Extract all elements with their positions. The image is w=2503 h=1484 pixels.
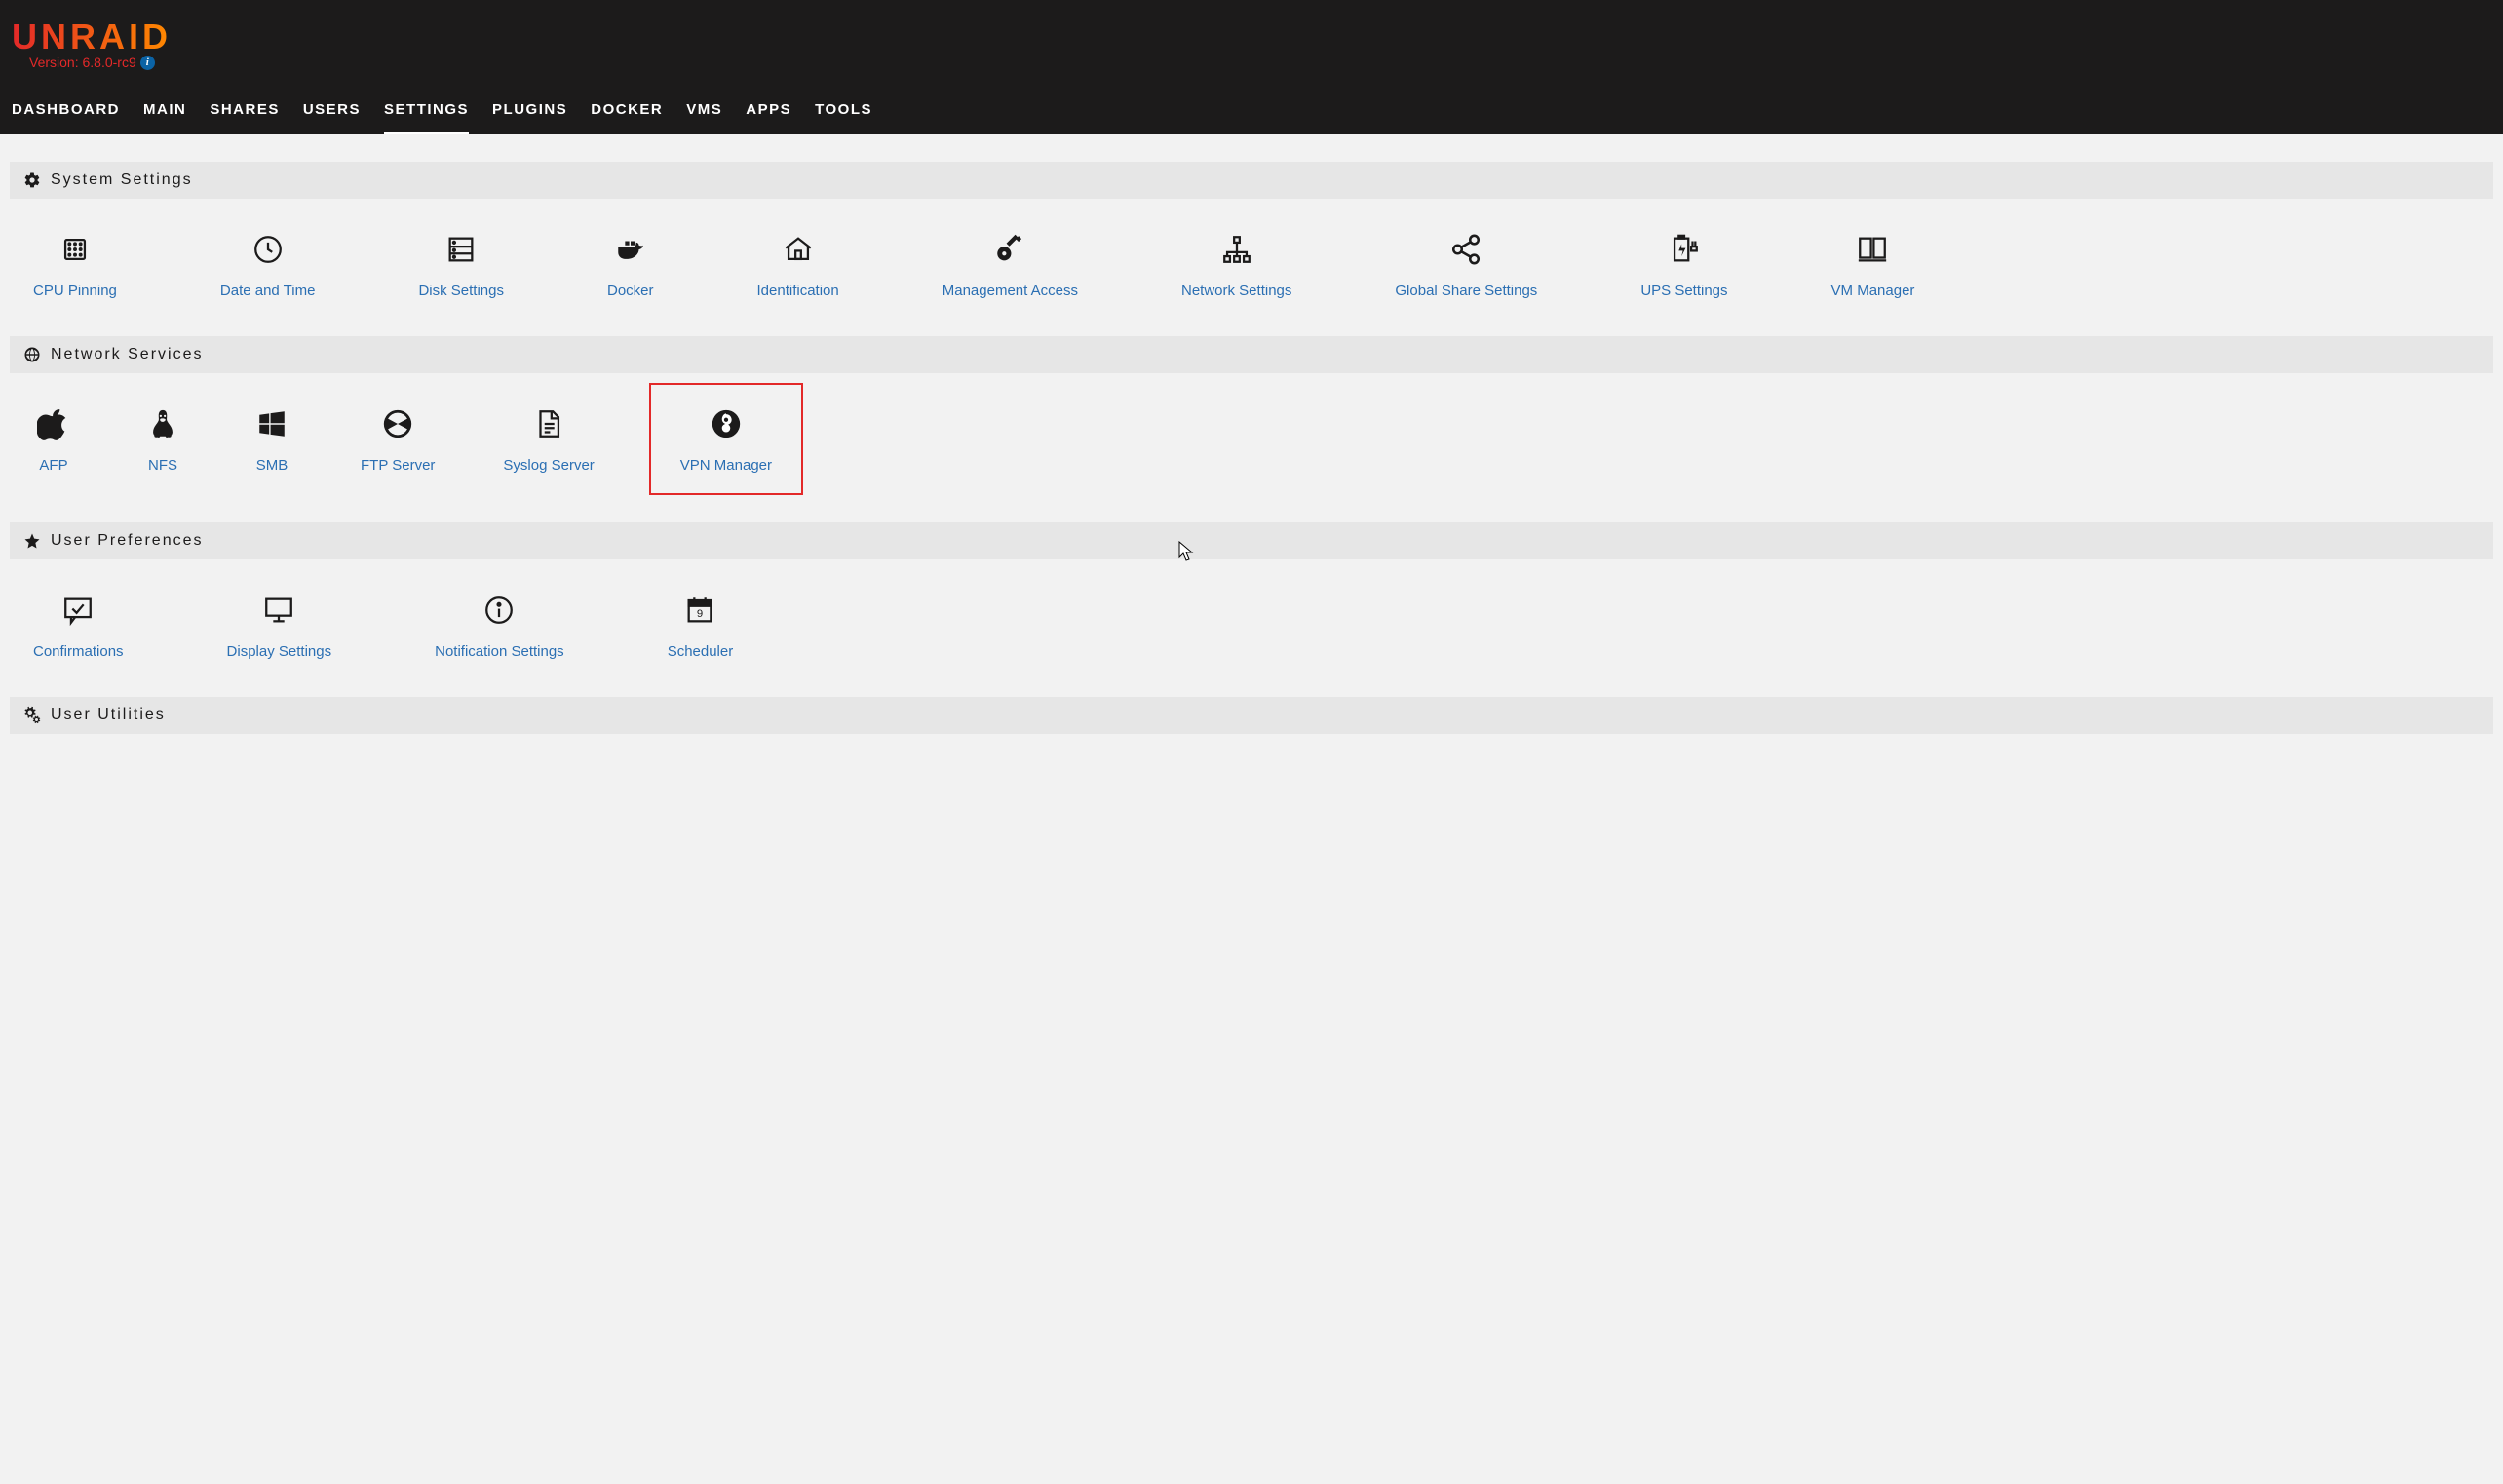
tile-ftp-server[interactable]: FTP Server [347, 395, 448, 495]
tile-identification[interactable]: Identification [744, 220, 853, 309]
vm-icon [1856, 233, 1889, 266]
tile-confirmations[interactable]: Confirmations [19, 581, 137, 669]
disk-icon [444, 233, 478, 266]
tile-scheduler[interactable]: 9 Scheduler [654, 581, 748, 669]
tile-label: Scheduler [668, 643, 734, 660]
calendar-icon: 9 [683, 593, 716, 627]
tile-label: Date and Time [220, 283, 316, 299]
tile-cpu-pinning[interactable]: CPU Pinning [19, 220, 131, 309]
nav-vms[interactable]: VMS [686, 90, 722, 134]
tile-label: CPU Pinning [33, 283, 117, 299]
wireguard-icon [710, 407, 743, 440]
home-icon [782, 233, 815, 266]
tile-label: VPN Manager [680, 457, 772, 474]
info-icon[interactable]: i [140, 56, 155, 70]
logo: UNRAID [12, 19, 172, 55]
section-user-preferences: User Preferences [10, 522, 2493, 559]
network-icon [1220, 233, 1253, 266]
version-label: Version: 6.8.0-rc9i [12, 55, 155, 72]
linux-icon [146, 407, 179, 440]
tile-docker[interactable]: Docker [594, 220, 668, 309]
tile-label: Notification Settings [435, 643, 564, 660]
tile-network-settings[interactable]: Network Settings [1168, 220, 1305, 309]
tile-afp[interactable]: AFP [19, 395, 88, 495]
monitor-icon [262, 593, 295, 627]
tile-label: Identification [757, 283, 839, 299]
cpu-icon [58, 233, 92, 266]
info-circle-icon [482, 593, 516, 627]
tile-date-time[interactable]: Date and Time [207, 220, 329, 309]
tile-label: Confirmations [33, 643, 124, 660]
section-user-utilities: User Utilities [10, 697, 2493, 734]
tile-label: VM Manager [1831, 283, 1915, 299]
tile-label: UPS Settings [1640, 283, 1727, 299]
main-nav: DASHBOARD MAIN SHARES USERS SETTINGS PLU… [12, 90, 2491, 134]
tile-nfs[interactable]: NFS [129, 395, 197, 495]
share-icon [1449, 233, 1483, 266]
gear-icon [23, 171, 41, 189]
windows-icon [255, 407, 289, 440]
tile-label: SMB [256, 457, 289, 474]
ftp-icon [381, 407, 414, 440]
nav-settings[interactable]: SETTINGS [384, 90, 469, 134]
tile-vm-manager[interactable]: VM Manager [1818, 220, 1929, 309]
tile-ups-settings[interactable]: UPS Settings [1627, 220, 1741, 309]
tile-management-access[interactable]: Management Access [929, 220, 1092, 309]
docker-icon [614, 233, 647, 266]
ups-icon [1668, 233, 1701, 266]
nav-docker[interactable]: DOCKER [591, 90, 663, 134]
key-icon [993, 233, 1026, 266]
section-network-services: Network Services [10, 336, 2493, 373]
tile-label: Docker [607, 283, 654, 299]
section-system-settings: System Settings [10, 162, 2493, 199]
tile-label: Display Settings [227, 643, 332, 660]
svg-text:9: 9 [697, 608, 703, 620]
tile-global-share-settings[interactable]: Global Share Settings [1381, 220, 1551, 309]
star-icon [23, 532, 41, 550]
apple-icon [37, 407, 70, 440]
globe-icon [23, 346, 41, 363]
tile-label: Global Share Settings [1395, 283, 1537, 299]
tile-label: AFP [39, 457, 67, 474]
nav-users[interactable]: USERS [303, 90, 361, 134]
tile-display-settings[interactable]: Display Settings [213, 581, 346, 669]
tile-notification-settings[interactable]: Notification Settings [421, 581, 578, 669]
nav-dashboard[interactable]: DASHBOARD [12, 90, 120, 134]
tile-vpn-manager[interactable]: VPN Manager [649, 383, 803, 495]
tile-syslog-server[interactable]: Syslog Server [489, 395, 607, 495]
tile-label: NFS [148, 457, 177, 474]
tile-label: Disk Settings [418, 283, 504, 299]
nav-apps[interactable]: APPS [746, 90, 791, 134]
tile-label: Management Access [943, 283, 1078, 299]
nav-shares[interactable]: SHARES [210, 90, 280, 134]
nav-plugins[interactable]: PLUGINS [492, 90, 567, 134]
file-icon [532, 407, 565, 440]
nav-main[interactable]: MAIN [143, 90, 186, 134]
tile-label: Network Settings [1181, 283, 1291, 299]
tile-label: Syslog Server [503, 457, 594, 474]
nav-tools[interactable]: TOOLS [815, 90, 872, 134]
tile-smb[interactable]: SMB [238, 395, 306, 495]
tile-label: FTP Server [361, 457, 435, 474]
check-bubble-icon [61, 593, 95, 627]
clock-icon [251, 233, 285, 266]
gears-icon [23, 706, 41, 724]
tile-disk-settings[interactable]: Disk Settings [404, 220, 518, 309]
